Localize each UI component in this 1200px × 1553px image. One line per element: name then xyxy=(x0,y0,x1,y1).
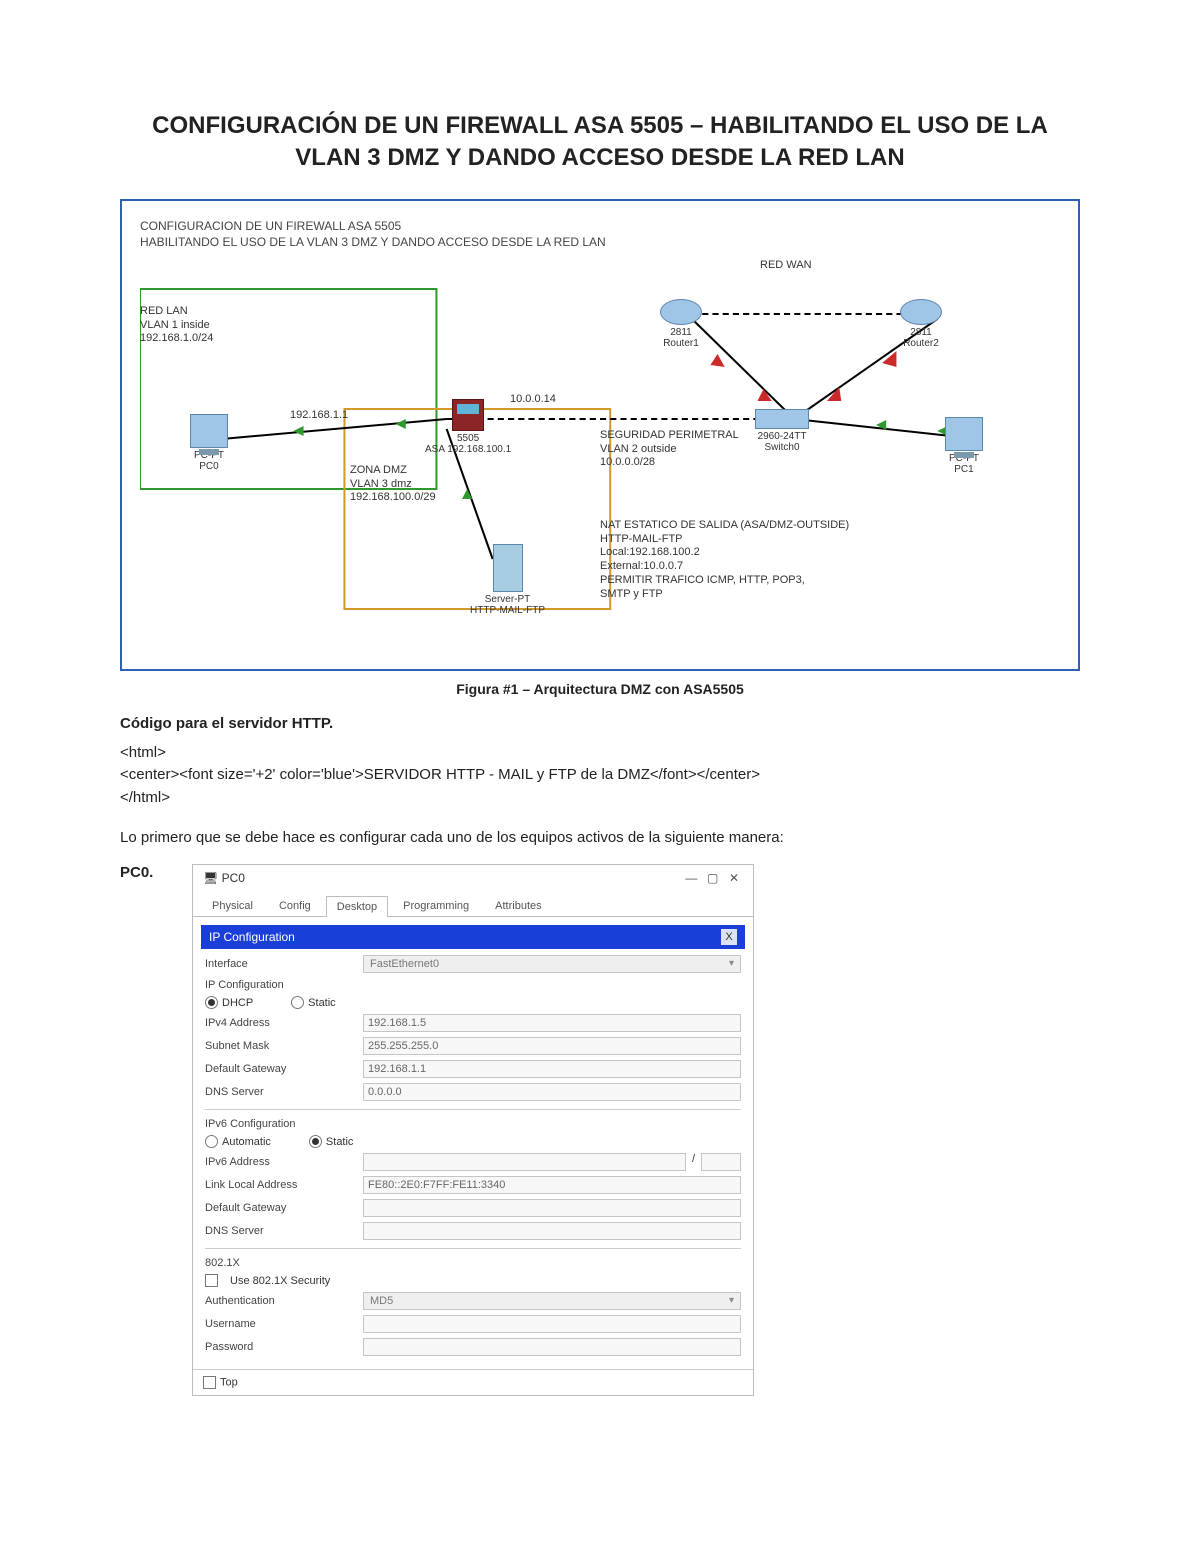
ipv6-section: IPv6 Configuration xyxy=(205,1118,741,1130)
ipv4-label: IPv4 Address xyxy=(205,1017,355,1029)
tab-programming[interactable]: Programming xyxy=(392,895,480,916)
label-seguridad: SEGURIDAD PERIMETRAL VLAN 2 outside 10.0… xyxy=(600,429,739,470)
device-switch: 2960-24TT Switch0 xyxy=(755,409,809,453)
dns-label: DNS Server xyxy=(205,1086,355,1098)
gateway-label: Default Gateway xyxy=(205,1063,355,1075)
tab-physical[interactable]: Physical xyxy=(201,895,264,916)
gateway6-label: Default Gateway xyxy=(205,1202,355,1214)
dialog-title: 🖥 PC0 xyxy=(203,871,245,885)
label-zona-dmz: ZONA DMZ VLAN 3 dmz 192.168.100.0/29 xyxy=(350,464,436,505)
gateway-input[interactable] xyxy=(363,1060,741,1078)
section-http-code: Código para el servidor HTTP. xyxy=(120,715,1080,732)
device-pc1: PC-PT PC1 xyxy=(945,417,983,475)
fig-heading-1: CONFIGURACION DE UN FIREWALL ASA 5505 xyxy=(140,219,1060,233)
gateway6-input[interactable] xyxy=(363,1199,741,1217)
panel-close-icon[interactable]: X xyxy=(721,929,737,945)
auth-select[interactable]: MD5 xyxy=(363,1292,741,1310)
ipv6-prefix-input[interactable] xyxy=(701,1153,741,1171)
username-input[interactable] xyxy=(363,1315,741,1333)
radio-auto[interactable]: Automatic xyxy=(205,1135,271,1148)
device-pc0: PC-PT PC0 xyxy=(190,414,228,472)
8021x-section: 802.1X xyxy=(205,1257,741,1269)
radio-static6[interactable]: Static xyxy=(309,1135,354,1148)
ip-lan: 192.168.1.1 xyxy=(290,409,348,423)
topology-figure: CONFIGURACION DE UN FIREWALL ASA 5505 HA… xyxy=(120,199,1080,671)
dns6-input[interactable] xyxy=(363,1222,741,1240)
interface-select[interactable]: FastEthernet0 xyxy=(363,955,741,973)
dns-input[interactable] xyxy=(363,1083,741,1101)
use-8021x-label: Use 802.1X Security xyxy=(230,1275,330,1287)
window-minimize-icon[interactable]: — xyxy=(682,871,700,885)
panel-title: IP Configuration xyxy=(209,930,295,944)
radio-static[interactable]: Static xyxy=(291,996,336,1009)
tab-desktop[interactable]: Desktop xyxy=(326,896,388,917)
http-code-block: <html> <center><font size='+2' color='bl… xyxy=(120,742,1080,810)
ipv6-prefix-sep: / xyxy=(692,1153,695,1171)
dns6-label: DNS Server xyxy=(205,1225,355,1237)
dialog-tabs: Physical Config Desktop Programming Attr… xyxy=(193,891,753,917)
label-red-lan: RED LAN VLAN 1 inside 192.168.1.0/24 xyxy=(140,305,213,346)
intro-paragraph: Lo primero que se debe hace es configura… xyxy=(120,829,1080,846)
label-nat: NAT ESTATICO DE SALIDA (ASA/DMZ-OUTSIDE)… xyxy=(600,519,849,602)
label-red-wan: RED WAN xyxy=(760,259,812,273)
username-label: Username xyxy=(205,1318,355,1330)
mask-label: Subnet Mask xyxy=(205,1040,355,1052)
interface-label: Interface xyxy=(205,958,355,970)
window-close-icon[interactable]: ✕ xyxy=(725,871,743,885)
ipv6-label: IPv6 Address xyxy=(205,1156,355,1168)
fig-heading-2: HABILITANDO EL USO DE LA VLAN 3 DMZ Y DA… xyxy=(140,235,1060,249)
ip-wan: 10.0.0.14 xyxy=(510,393,556,407)
tab-config[interactable]: Config xyxy=(268,895,322,916)
ipv6-input[interactable] xyxy=(363,1153,686,1171)
device-router2: 2811 Router2 xyxy=(900,299,942,349)
tab-attributes[interactable]: Attributes xyxy=(484,895,552,916)
figure-caption: Figura #1 – Arquitectura DMZ con ASA5505 xyxy=(120,681,1080,697)
device-router1: 2811 Router1 xyxy=(660,299,702,349)
use-8021x-checkbox[interactable] xyxy=(205,1274,218,1287)
footer-top-label: Top xyxy=(220,1377,238,1389)
password-label: Password xyxy=(205,1341,355,1353)
window-maximize-icon[interactable]: ▢ xyxy=(704,871,722,885)
password-input[interactable] xyxy=(363,1338,741,1356)
linklocal-label: Link Local Address xyxy=(205,1179,355,1191)
radio-dhcp[interactable]: DHCP xyxy=(205,996,253,1009)
ipv4-section: IP Configuration xyxy=(205,979,741,991)
device-asa: 5505 ASA 192.168.100.1 xyxy=(425,399,511,455)
ipv4-input[interactable] xyxy=(363,1014,741,1032)
mask-input[interactable] xyxy=(363,1037,741,1055)
linklocal-input[interactable] xyxy=(363,1176,741,1194)
page-title: CONFIGURACIÓN DE UN FIREWALL ASA 5505 – … xyxy=(120,110,1080,175)
pc0-dialog: 🖥 PC0 — ▢ ✕ Physical Config Desktop Prog… xyxy=(192,864,754,1396)
top-checkbox[interactable] xyxy=(203,1376,216,1389)
pc0-heading: PC0. xyxy=(120,864,168,881)
auth-label: Authentication xyxy=(205,1295,355,1307)
device-server: Server-PT HTTP-MAIL-FTP xyxy=(470,544,545,616)
